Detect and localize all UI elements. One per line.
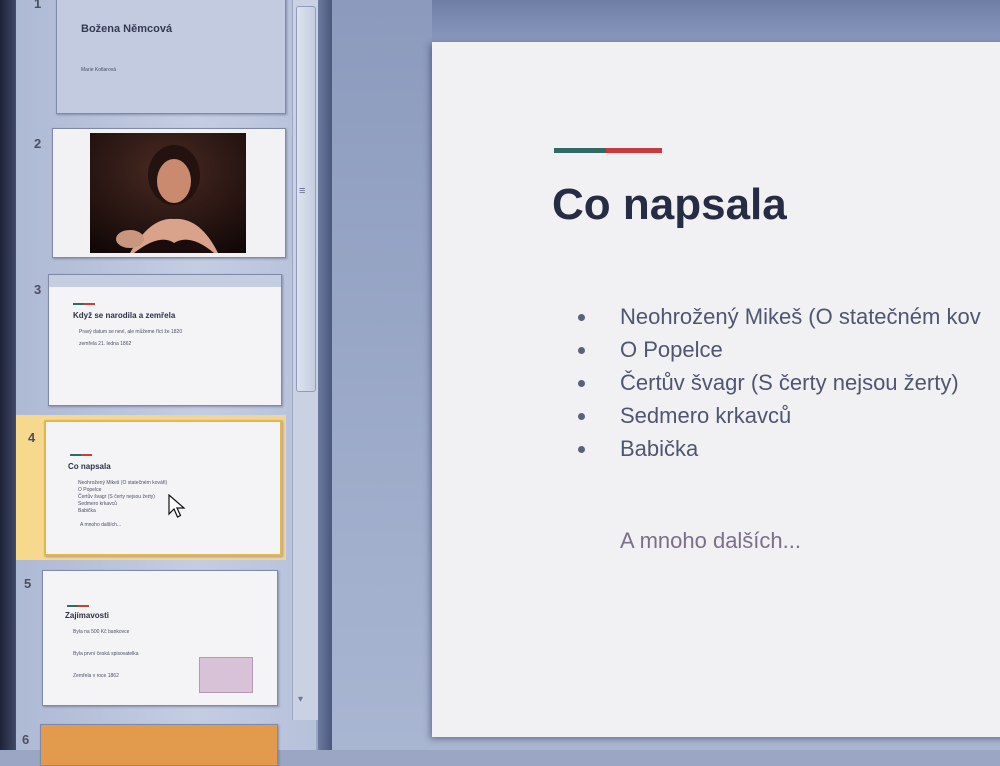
slide-number: 2 bbox=[34, 136, 42, 151]
bullet-item: Neohrožený Mikeš (O statečném kov bbox=[574, 300, 981, 333]
slide-number: 6 bbox=[22, 732, 30, 747]
mouse-pointer-icon bbox=[168, 494, 186, 518]
slide-number: 1 bbox=[34, 0, 42, 11]
slide-thumbnail-6[interactable] bbox=[40, 724, 278, 766]
portrait-image bbox=[90, 133, 246, 253]
bullet-item: Babička bbox=[574, 432, 981, 465]
thumb-title: Zajímavosti bbox=[65, 611, 110, 620]
slide-thumbnail-3[interactable]: Když se narodila a zemřela Pravý datum s… bbox=[48, 274, 282, 406]
thumb-accent-rule bbox=[67, 605, 89, 607]
bullet-list[interactable]: Neohrožený Mikeš (O statečném kov O Pope… bbox=[574, 300, 981, 465]
banknote-image bbox=[199, 657, 253, 693]
thumb-top-band bbox=[49, 275, 281, 287]
thumb-title: Když se narodila a zemřela bbox=[73, 311, 176, 320]
scrollbar-thumb[interactable] bbox=[296, 6, 316, 392]
grip-icon: ≡ bbox=[299, 185, 306, 197]
thumb-line: zemřela 21. ledna 1862 bbox=[79, 341, 132, 347]
thumb-line: Čertův švagr (S čerty nejsou žerty) bbox=[78, 494, 155, 500]
thumb-line: O Popelce bbox=[78, 487, 102, 493]
pane-splitter[interactable] bbox=[318, 0, 332, 750]
slide-thumbnail-5[interactable]: Zajímavosti Byla na 500 Kč bankovce Byla… bbox=[42, 570, 278, 706]
slide-top-band bbox=[432, 0, 1000, 42]
slide-number: 4 bbox=[28, 430, 36, 445]
accent-rule-green bbox=[554, 148, 606, 153]
slide-thumbnail-1[interactable]: Božena Němcová Marie Kotlarová bbox=[56, 0, 286, 114]
thumb-line: Sedmero krkavců bbox=[78, 501, 117, 507]
thumb-title: Co napsala bbox=[68, 462, 111, 471]
slide-title[interactable]: Co napsala bbox=[552, 180, 787, 230]
bullet-item: Čertův švagr (S čerty nejsou žerty) bbox=[574, 366, 981, 399]
accent-rule-red bbox=[606, 148, 662, 153]
bullet-item: O Popelce bbox=[574, 333, 981, 366]
thumb-line: Zemřela v roce 1862 bbox=[73, 673, 119, 679]
thumb-line: Pravý datum se neví, ale můžeme říct že … bbox=[79, 329, 183, 335]
thumb-accent-rule bbox=[70, 454, 92, 456]
chevron-down-icon[interactable]: ▾ bbox=[298, 694, 312, 705]
thumbnail-scrollbar[interactable]: ≡ ▾ bbox=[292, 0, 319, 720]
more-text: A mnoho dalších... bbox=[620, 528, 801, 553]
thumb-accent-rule bbox=[73, 303, 95, 305]
thumb-line: Neohrožený Mikeš (O statečném kováři) bbox=[78, 480, 168, 486]
accent-rule bbox=[554, 148, 662, 153]
thumb-line: Babička bbox=[78, 508, 96, 514]
thumb-line: Byla první česká spisovatelka bbox=[73, 651, 139, 657]
slide-thumbnail-2[interactable] bbox=[52, 128, 286, 258]
thumb-line: Byla na 500 Kč bankovce bbox=[73, 629, 130, 635]
thumb-more: A mnoho dalších... bbox=[80, 522, 122, 528]
slide-thumbnail-4[interactable]: Co napsala Neohrožený Mikeš (O statečném… bbox=[44, 420, 282, 556]
slide-number: 3 bbox=[34, 282, 42, 297]
thumb-subtitle: Marie Kotlarová bbox=[81, 67, 117, 73]
current-slide[interactable]: Co napsala Neohrožený Mikeš (O statečném… bbox=[432, 42, 1000, 737]
thumb-title: Božena Němcová bbox=[81, 23, 173, 35]
slide-number: 5 bbox=[24, 576, 32, 591]
bullet-item: Sedmero krkavců bbox=[574, 399, 981, 432]
